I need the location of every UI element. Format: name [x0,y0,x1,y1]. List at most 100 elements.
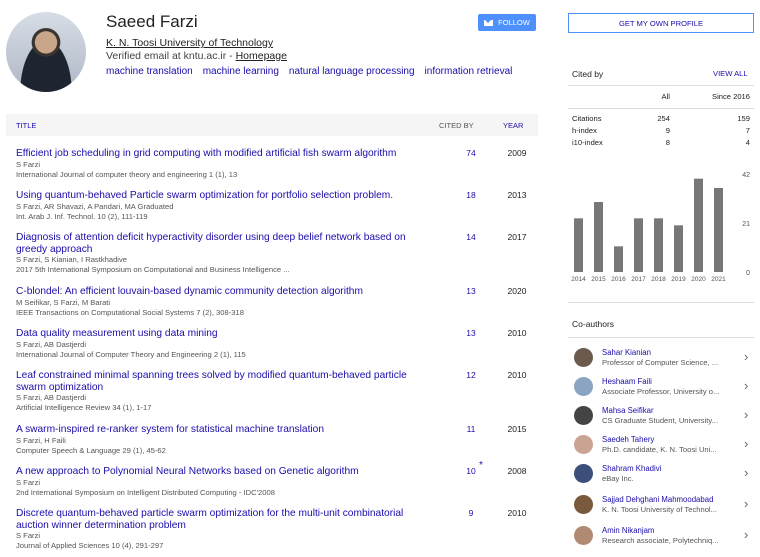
stat-since: 159 [737,114,750,123]
x-tick-label: 2015 [591,276,606,283]
article-authors: S Farzi, AB Dastjerdi [16,393,87,402]
article-title[interactable]: A new approach to Polynomial Neural Netw… [16,466,436,478]
article-title[interactable]: Using quantum-behaved Particle swarm opt… [16,190,436,202]
article-authors: M Seifikar, S Farzi, M Barati [16,297,111,307]
interest-link[interactable]: machine learning [203,66,279,77]
stats-header: All Since 2016 [572,92,752,104]
chart-bar[interactable] [654,218,663,272]
avatar [574,495,593,514]
chevron-right-icon[interactable]: › [744,349,748,364]
article-title[interactable]: C-blondel: An efficient louvain-based dy… [16,286,436,298]
coauthor-item[interactable]: Saedeh Tahery Ph.D. candidate, K. N. Too… [572,433,758,461]
affiliation-link[interactable]: K. N. Toosi University of Technology [106,37,273,49]
x-tick-label: 2018 [651,276,666,283]
article-venue: Computer Speech & Language 29 (1), 45-62 [16,445,166,455]
article-venue: Journal of Applied Sciences 10 (4), 291-… [16,541,164,550]
coauthor-name[interactable]: Sajjad Dehghani Mahmoodabad [602,495,713,504]
chevron-right-icon[interactable]: › [744,527,748,542]
coauthor-name[interactable]: Saedeh Tahery [602,435,654,444]
chart-bar[interactable] [634,218,643,272]
avatar [574,435,593,454]
interest-link[interactable]: machine translation [106,66,193,77]
chart-bar[interactable] [594,202,603,272]
article-venue: Artificial Intelligence Review 34 (1), 1… [16,403,152,412]
coauthor-desc: Research associate, Polytechniq... [602,536,719,545]
avatar [574,348,593,367]
article-venue: 2017 5th International Symposium on Comp… [16,265,290,274]
coauthor-name[interactable]: Heshaam Faili [602,377,652,386]
article-title[interactable]: Efficient job scheduling in grid computi… [16,148,436,160]
chevron-right-icon[interactable]: › [744,407,748,422]
coauthor-desc: CS Graduate Student, University... [602,416,718,425]
x-tick-label: 2014 [571,276,586,283]
cited-by-header[interactable]: CITED BY [439,121,474,130]
stat-all: 9 [665,126,670,135]
article-title[interactable]: Leaf constrained minimal spanning trees … [16,370,436,393]
cited-by-count[interactable]: 18 [456,190,486,200]
article-title[interactable]: Data quality measurement using data mini… [16,328,436,340]
cited-by-count[interactable]: 9 [456,508,486,518]
stat-since: 4 [745,138,750,147]
cited-by-count[interactable]: 13 [456,286,486,296]
coauthor-item[interactable]: Heshaam Faili Associate Professor, Unive… [572,375,758,403]
coauthor-item[interactable]: Amin Nikanjam Research associate, Polyte… [572,524,758,552]
coauthor-item[interactable]: Sajjad Dehghani Mahmoodabad K. N. Toosi … [572,493,758,521]
chevron-right-icon[interactable]: › [744,496,748,511]
article-venue: Int. Arab J. Inf. Technol. 10 (2), 111-1… [16,211,148,221]
cited-by-count[interactable]: 74 [456,148,486,158]
avatar [574,406,593,425]
coauthor-name[interactable]: Sahar Kianian [602,348,651,357]
chart-bar[interactable] [574,218,583,272]
coauthor-desc: K. N. Toosi University of Technol... [602,505,717,514]
chevron-right-icon[interactable]: › [744,436,748,451]
coauthor-item[interactable]: Shahram Khadivi eBay Inc. › [572,462,758,490]
article-authors: S Farzi [16,159,41,169]
cited-by-count[interactable]: 12 [456,370,486,380]
merged-citation-star[interactable]: * [479,460,483,471]
coauthor-desc: Associate Professor, University o... [602,387,720,396]
cited-by-count[interactable]: 11 [456,424,486,434]
stat-label: Citations [572,114,602,123]
x-tick-label: 2019 [671,276,686,283]
divider [568,108,754,109]
chart-bar[interactable] [694,178,703,272]
homepage-link[interactable]: Homepage [236,50,287,62]
cited-by-count[interactable]: 14 [456,232,486,242]
follow-button[interactable]: FOLLOW [478,14,536,31]
chart-bar[interactable] [674,225,683,272]
coauthor-desc: Ph.D. candidate, K. N. Toosi Uni... [602,445,717,454]
article-year: 2017 [507,232,527,242]
article-venue: International Journal of Computer Theory… [16,349,246,359]
article-venue: 2nd International Symposium on Intellige… [16,487,275,497]
chevron-right-icon[interactable]: › [744,465,748,480]
articles-table-header: TITLE CITED BY YEAR [6,114,538,136]
article-authors: S Farzi [16,477,41,487]
view-all-link[interactable]: VIEW ALL [713,69,748,78]
sort-by-year[interactable]: YEAR [503,121,523,130]
chevron-right-icon[interactable]: › [744,378,748,393]
interest-link[interactable]: information retrieval [425,66,513,77]
article-title[interactable]: Discrete quantum-behaved particle swarm … [16,508,436,531]
article-year: 2020 [507,286,527,296]
profile-name: Saeed Farzi [106,12,198,31]
stat-row: i10-index 8 4 [572,138,752,150]
coauthor-item[interactable]: Sahar Kianian Professor of Computer Scie… [572,346,758,374]
article-authors: S Farzi, H Faili [16,435,66,445]
coauthors-heading: Co-authors [572,319,615,329]
col-since: Since 2016 [712,92,750,101]
coauthor-name[interactable]: Amin Nikanjam [602,526,654,535]
article-title[interactable]: Diagnosis of attention deficit hyperacti… [16,232,436,255]
chart-bar[interactable] [714,188,723,272]
article-row: Efficient job scheduling in grid computi… [16,148,536,180]
article-year: 2010 [507,370,527,380]
cited-by-count[interactable]: 13 [456,328,486,338]
chart-bar[interactable] [614,246,623,272]
coauthor-name[interactable]: Shahram Khadivi [602,464,661,473]
coauthor-name[interactable]: Mahsa Seifikar [602,406,654,415]
article-title[interactable]: A swarm-inspired re-ranker system for st… [16,424,436,436]
coauthor-item[interactable]: Mahsa Seifikar CS Graduate Student, Univ… [572,404,758,432]
stat-all: 8 [665,138,670,147]
get-my-own-profile-button[interactable]: GET MY OWN PROFILE [568,13,754,33]
interest-link[interactable]: natural language processing [289,66,415,77]
sort-by-title[interactable]: TITLE [16,121,36,130]
